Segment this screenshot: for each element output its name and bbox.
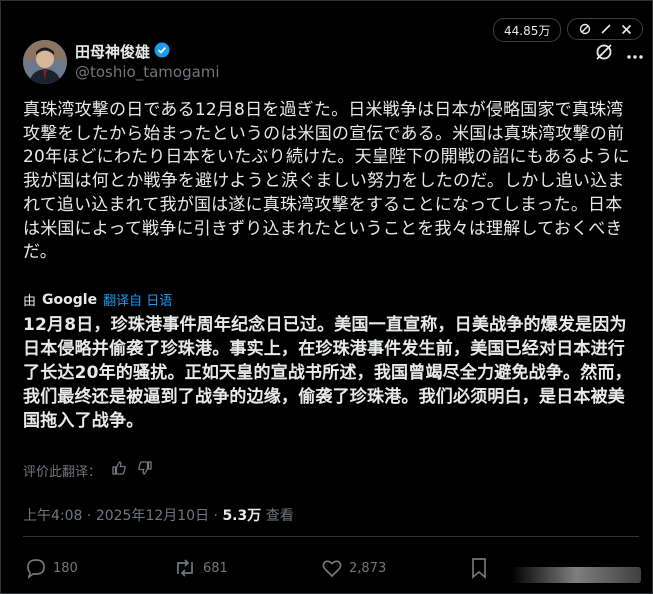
grok-icon[interactable] — [594, 42, 614, 66]
author-display-name[interactable]: 田母神俊雄 — [75, 41, 150, 62]
verified-badge-icon — [154, 42, 170, 62]
repost-count: 681 — [203, 560, 228, 576]
tweet-time[interactable]: 上午4:08 — [23, 508, 82, 524]
bookmark-icon — [472, 558, 486, 579]
view-label: 查看 — [265, 508, 294, 524]
repost-icon — [177, 559, 193, 577]
views-pill-label: 44.85万 — [504, 23, 551, 38]
rate-translation-label: 评价此翻译： — [23, 464, 102, 480]
watermark-overlay — [511, 567, 641, 583]
views-pill[interactable]: 44.85万 — [493, 18, 562, 42]
rate-translation-row: 评价此翻译： — [23, 460, 153, 480]
thumbs-up-icon[interactable] — [111, 460, 127, 480]
reply-button[interactable]: 180 — [25, 557, 78, 579]
author-handle[interactable]: @toshio_tamogami — [75, 63, 220, 81]
repost-button[interactable]: 681 — [173, 557, 228, 579]
tweet-date[interactable]: 2025年12月10日 — [96, 508, 209, 524]
close-icon[interactable] — [621, 24, 632, 35]
translated-text: 12月8日，珍珠港事件周年纪念日已过。美国一直宣称，日美战争的爆发是因为日本侵略… — [23, 315, 632, 431]
bookmark-button[interactable] — [469, 557, 489, 579]
like-count: 2,873 — [349, 560, 387, 576]
author-name-row[interactable]: 田母神俊雄 — [75, 41, 170, 62]
pen-icon[interactable] — [600, 23, 612, 35]
avatar[interactable] — [23, 40, 67, 84]
tool-pill — [567, 18, 643, 40]
tweet-text: 真珠湾攻撃の日である12月8日を過ぎた。日米戦争は日本が侵略国家で真珠湾攻撃をし… — [23, 100, 630, 263]
reply-icon — [27, 559, 45, 579]
translated-by-label: 由 — [23, 294, 37, 309]
translation-bar: 由 Google 翻译自 日语 — [23, 290, 172, 310]
meta-separator: · — [86, 508, 96, 524]
tweet-meta: 上午4:08 · 2025年12月10日 · 5.3万 查看 — [23, 505, 294, 525]
like-button[interactable]: 2,873 — [321, 557, 386, 579]
tweet-card: 44.85万 田母神俊雄 @toshio_tamogami 真珠湾攻撃の日である… — [0, 0, 653, 594]
divider — [23, 536, 639, 537]
translated-from-link[interactable]: 翻译自 日语 — [103, 290, 172, 309]
reply-count: 180 — [53, 560, 78, 576]
block-icon[interactable] — [579, 23, 591, 35]
view-count: 5.3万 — [222, 508, 262, 524]
heart-icon — [322, 560, 342, 578]
more-options-icon[interactable] — [626, 45, 644, 64]
thumbs-down-icon[interactable] — [137, 460, 153, 480]
google-logo: Google — [42, 291, 98, 308]
